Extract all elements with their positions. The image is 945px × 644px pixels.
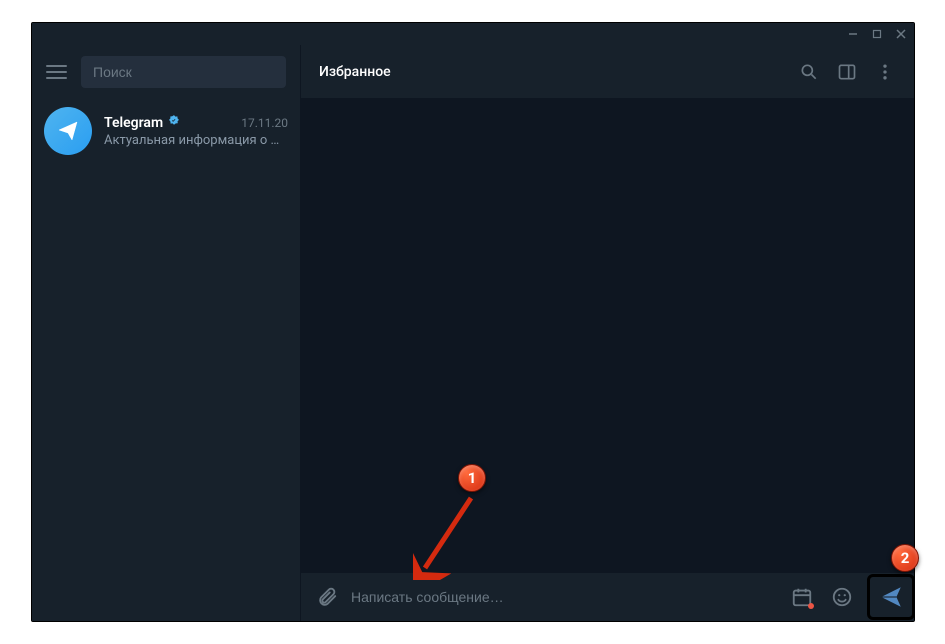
app-window: Telegram 17.11.20 Актуальная информация … xyxy=(31,22,915,622)
titlebar xyxy=(32,23,914,45)
avatar xyxy=(44,107,92,155)
message-input[interactable] xyxy=(351,589,778,605)
close-button[interactable] xyxy=(894,27,908,41)
search-icon xyxy=(799,62,819,82)
attach-button[interactable] xyxy=(311,581,343,613)
schedule-button[interactable] xyxy=(786,581,818,613)
notification-dot xyxy=(808,603,814,609)
chat-header: Избранное xyxy=(301,45,914,99)
send-button[interactable] xyxy=(872,577,910,617)
annotation-callout-2: 2 xyxy=(891,544,919,572)
smile-icon xyxy=(831,586,853,608)
verified-icon xyxy=(167,114,181,131)
chat-body xyxy=(301,99,914,573)
chat-name: Telegram xyxy=(104,114,181,131)
chat-title: Избранное xyxy=(319,64,782,80)
chat-list: Telegram 17.11.20 Актуальная информация … xyxy=(32,99,300,621)
send-icon xyxy=(878,584,904,610)
minimize-button[interactable] xyxy=(846,27,860,41)
search-input[interactable] xyxy=(81,56,286,88)
composer xyxy=(301,573,914,621)
annotation-callout-1: 1 xyxy=(458,464,486,492)
more-vertical-icon xyxy=(875,62,895,82)
main-area: Избранное xyxy=(300,45,914,621)
maximize-button[interactable] xyxy=(870,27,884,41)
chat-list-item[interactable]: Telegram 17.11.20 Актуальная информация … xyxy=(32,99,300,163)
more-button[interactable] xyxy=(874,61,896,83)
paper-plane-icon xyxy=(56,119,80,143)
menu-button[interactable] xyxy=(46,60,67,84)
content: Telegram 17.11.20 Актуальная информация … xyxy=(32,45,914,621)
sidepanel-button[interactable] xyxy=(836,61,858,83)
chat-date: 17.11.20 xyxy=(241,116,288,130)
chat-preview: Актуальная информация о … xyxy=(104,133,288,148)
paperclip-icon xyxy=(316,586,338,608)
sidebar-header xyxy=(32,45,300,99)
chat-info: Telegram 17.11.20 Актуальная информация … xyxy=(104,114,288,148)
search-in-chat-button[interactable] xyxy=(798,61,820,83)
panel-icon xyxy=(837,62,857,82)
sidebar: Telegram 17.11.20 Актуальная информация … xyxy=(32,45,300,621)
emoji-button[interactable] xyxy=(826,581,858,613)
